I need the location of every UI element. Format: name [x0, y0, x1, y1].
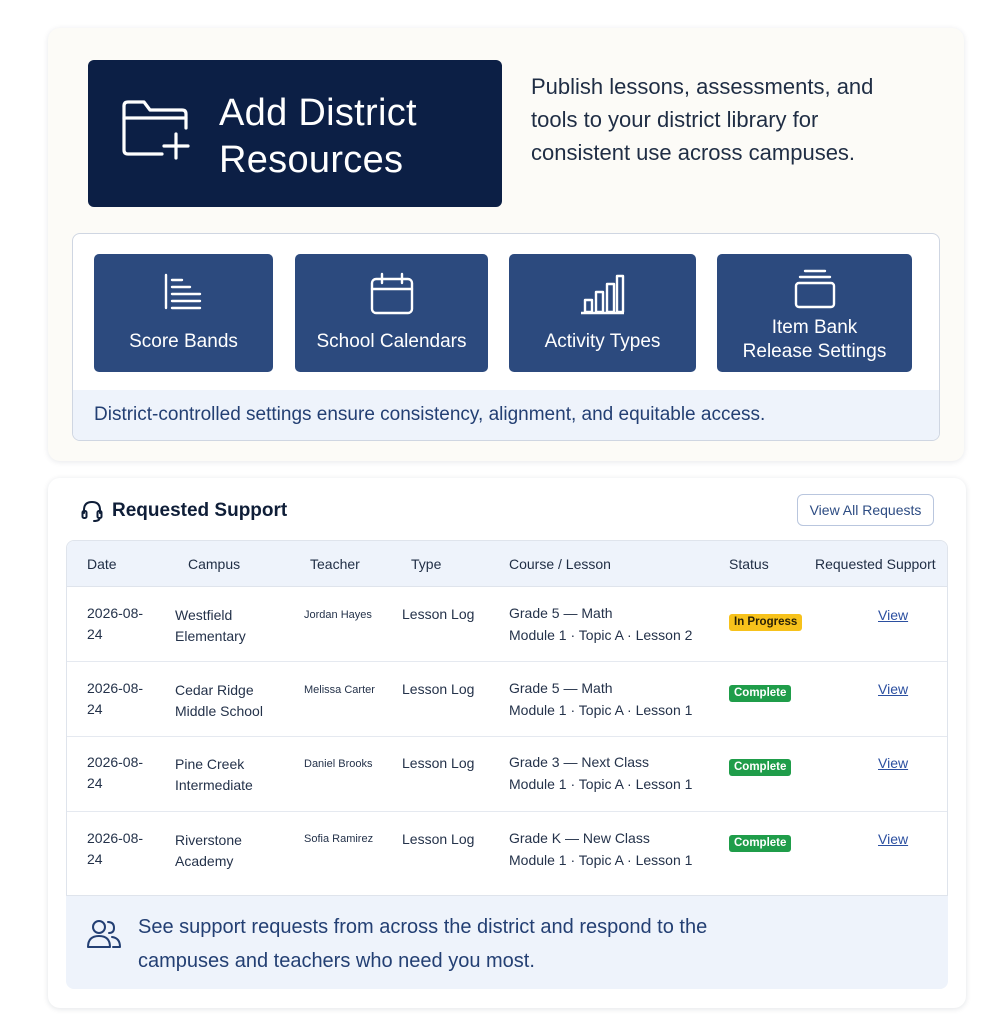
row-teacher: Jordan Hayes [304, 609, 372, 621]
row-lesson: Module 1 · Topic A · Lesson 1 [509, 852, 693, 868]
column-date: Date [87, 556, 117, 572]
row-course: Grade K — New Class [509, 830, 650, 846]
users-icon [87, 920, 121, 948]
row-campus: Westfield Elementary [175, 607, 246, 644]
row-course: Grade 3 — Next Class [509, 754, 650, 770]
view-request-link[interactable]: View [878, 755, 908, 771]
row-type: Lesson Log [402, 681, 475, 697]
item-bank-release-settings-tile[interactable]: Item Bank Release Settings [717, 254, 912, 372]
row-type: Lesson Log [402, 831, 475, 847]
status-badge: Complete [729, 835, 792, 852]
district-settings-panel: Score Bands School Calendars Activity Ty… [72, 233, 940, 441]
column-teacher: Teacher [310, 556, 360, 572]
calendar-icon [370, 272, 414, 315]
stack-box-icon [794, 269, 836, 309]
tile-label: School Calendars [316, 331, 467, 352]
bar-chart-icon [581, 274, 625, 315]
support-footer-text: See support requests from across the dis… [138, 916, 708, 972]
status-badge: In Progress [729, 614, 803, 631]
district-resources-card: Add District Resources Publish lessons, … [48, 28, 964, 461]
row-teacher: Melissa Carter [304, 684, 375, 696]
tile-label: Activity Types [544, 331, 661, 352]
row-date: 2026-08-24 [87, 605, 144, 642]
folder-plus-icon [122, 100, 190, 160]
row-teacher: Sofia Ramirez [304, 833, 374, 845]
column-course-lesson: Course / Lesson [509, 556, 611, 572]
hero-title: Add District Resources [219, 92, 417, 181]
view-request-link[interactable]: View [878, 681, 908, 697]
column-requested-support: Requested Support [815, 556, 936, 572]
settings-footer-note: District-controlled settings ensure cons… [73, 390, 939, 440]
tile-label: Item Bank Release Settings [742, 317, 887, 362]
view-request-link[interactable]: View [878, 607, 908, 623]
row-campus: Riverstone Academy [175, 832, 242, 869]
row-course: Grade 5 — Math [509, 605, 613, 621]
support-table: Date Campus Teacher Type Course / Lesson… [66, 540, 948, 896]
row-type: Lesson Log [402, 606, 475, 622]
table-row: 2026-08-24 Westfield Elementary Jordan H… [67, 587, 947, 662]
status-badge: Complete [729, 685, 792, 702]
requested-support-card: Requested Support View All Requests Date… [48, 478, 966, 1008]
row-lesson: Module 1 · Topic A · Lesson 1 [509, 702, 693, 718]
row-type: Lesson Log [402, 755, 475, 771]
row-course: Grade 5 — Math [509, 680, 613, 696]
row-lesson: Module 1 · Topic A · Lesson 2 [509, 627, 693, 643]
column-campus: Campus [188, 556, 241, 572]
column-status: Status [729, 556, 769, 572]
support-title: Requested Support [112, 500, 288, 521]
headset-icon [81, 501, 103, 522]
table-row: 2026-08-24 Pine Creek Intermediate Danie… [67, 737, 947, 812]
view-request-link[interactable]: View [878, 831, 908, 847]
tile-label: Score Bands [129, 331, 238, 352]
add-district-resources-button[interactable]: Add District Resources [88, 60, 502, 207]
row-teacher: Daniel Brooks [304, 758, 373, 770]
table-row: 2026-08-24 Riverstone Academy Sofia Rami… [67, 812, 947, 895]
row-lesson: Module 1 · Topic A · Lesson 1 [509, 776, 693, 792]
row-date: 2026-08-24 [87, 754, 144, 791]
table-header: Date Campus Teacher Type Course / Lesson… [67, 541, 947, 587]
row-date: 2026-08-24 [87, 830, 144, 867]
support-footer-note: See support requests from across the dis… [66, 896, 948, 989]
hero-description: Publish lessons, assessments, and tools … [531, 74, 874, 165]
status-badge: Complete [729, 759, 792, 776]
view-all-requests-button[interactable]: View All Requests [797, 494, 934, 526]
table-row: 2026-08-24 Cedar Ridge Middle School Mel… [67, 662, 947, 737]
row-campus: Cedar Ridge Middle School [175, 682, 263, 719]
score-bands-tile[interactable]: Score Bands [94, 254, 273, 372]
school-calendars-tile[interactable]: School Calendars [295, 254, 488, 372]
row-date: 2026-08-24 [87, 680, 144, 717]
list-bars-icon [164, 273, 202, 310]
column-type: Type [411, 556, 442, 572]
row-campus: Pine Creek Intermediate [175, 756, 253, 793]
activity-types-tile[interactable]: Activity Types [509, 254, 696, 372]
